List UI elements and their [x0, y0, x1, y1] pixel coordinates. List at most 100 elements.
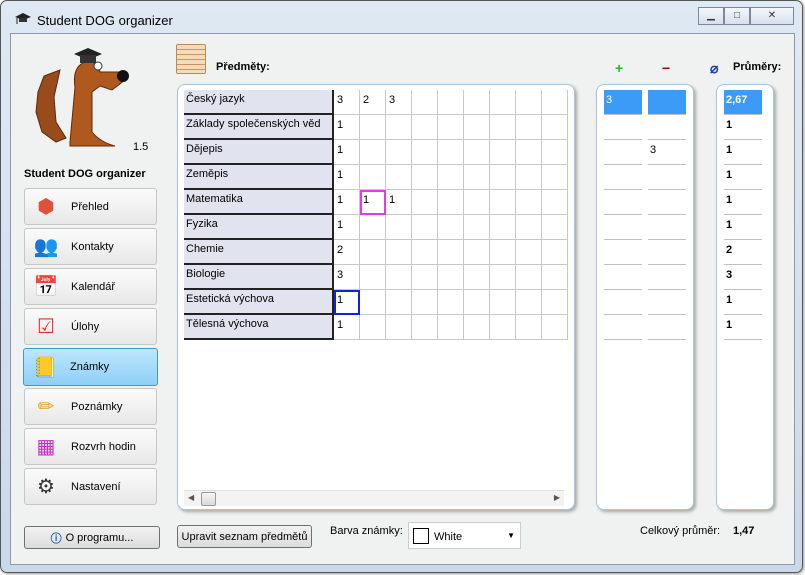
plus-cell[interactable]	[604, 265, 642, 290]
grade-cell[interactable]	[464, 190, 490, 215]
grade-cell[interactable]	[360, 315, 386, 340]
grade-cell[interactable]	[438, 240, 464, 265]
subject-name[interactable]: Chemie	[184, 240, 334, 265]
subject-name[interactable]: Dějepis	[184, 140, 334, 165]
grade-cell[interactable]: 1	[386, 190, 412, 215]
grade-cell[interactable]	[464, 115, 490, 140]
avg-cell[interactable]: 1	[724, 315, 762, 340]
grade-cell[interactable]	[464, 90, 490, 115]
minus-cell[interactable]	[648, 290, 686, 315]
grade-cell[interactable]	[464, 165, 490, 190]
grade-cell[interactable]: 1	[334, 315, 360, 340]
plus-cell[interactable]	[604, 290, 642, 315]
avg-cell[interactable]: 3	[724, 265, 762, 290]
grade-cell[interactable]: 3	[334, 90, 360, 115]
grade-cell[interactable]	[490, 240, 516, 265]
grade-cell[interactable]	[438, 165, 464, 190]
grade-cell[interactable]	[516, 115, 542, 140]
subject-name[interactable]: Tělesná výchova	[184, 315, 334, 340]
grade-cell[interactable]	[542, 140, 568, 165]
grade-cell[interactable]	[438, 140, 464, 165]
grade-cell[interactable]	[542, 315, 568, 340]
grade-cell[interactable]	[360, 290, 386, 315]
subject-name[interactable]: Fyzika	[184, 215, 334, 240]
grade-cell[interactable]	[438, 265, 464, 290]
minus-cell[interactable]	[648, 190, 686, 215]
grade-cell[interactable]	[464, 140, 490, 165]
grade-cell[interactable]	[386, 240, 412, 265]
minus-cell[interactable]	[648, 315, 686, 340]
nav-kalendar[interactable]: 📅 Kalendář	[24, 268, 157, 305]
grade-cell[interactable]	[412, 215, 438, 240]
subject-name[interactable]: Český jazyk	[184, 90, 334, 115]
grade-cell[interactable]	[516, 165, 542, 190]
grade-cell[interactable]	[516, 140, 542, 165]
grade-cell[interactable]	[516, 290, 542, 315]
grade-cell[interactable]	[490, 315, 516, 340]
edit-subjects-button[interactable]: Upravit seznam předmětů	[177, 525, 312, 548]
avg-cell[interactable]: 1	[724, 290, 762, 315]
grade-cell[interactable]	[360, 165, 386, 190]
avg-cell[interactable]: 1	[724, 140, 762, 165]
avg-cell[interactable]: 1	[724, 190, 762, 215]
grade-cell[interactable]	[490, 290, 516, 315]
grade-cell[interactable]	[438, 115, 464, 140]
grade-cell[interactable]: 1	[334, 290, 360, 315]
grade-cell[interactable]	[542, 165, 568, 190]
grade-cell[interactable]	[412, 115, 438, 140]
nav-poznamky[interactable]: ✏ Poznámky	[24, 388, 157, 425]
grade-cell[interactable]	[490, 115, 516, 140]
minus-cell[interactable]	[648, 240, 686, 265]
grade-cell[interactable]	[542, 190, 568, 215]
grade-cell[interactable]	[516, 215, 542, 240]
grade-cell[interactable]: 1	[334, 140, 360, 165]
subject-name[interactable]: Základy společenských věd	[184, 115, 334, 140]
avg-cell[interactable]: 2	[724, 240, 762, 265]
grade-cell[interactable]	[438, 90, 464, 115]
grade-cell[interactable]	[360, 140, 386, 165]
nav-ulohy[interactable]: ☑ Úlohy	[24, 308, 157, 345]
grade-cell[interactable]	[464, 215, 490, 240]
minus-cell[interactable]: 3	[648, 140, 686, 165]
grade-cell[interactable]	[490, 190, 516, 215]
subject-name[interactable]: Estetická výchova	[184, 290, 334, 315]
grade-cell[interactable]	[438, 190, 464, 215]
grade-cell[interactable]	[412, 140, 438, 165]
minus-cell[interactable]	[648, 115, 686, 140]
grade-cell[interactable]	[360, 240, 386, 265]
grade-cell[interactable]	[412, 90, 438, 115]
grade-cell[interactable]	[542, 115, 568, 140]
grade-cell[interactable]	[490, 140, 516, 165]
maximize-button[interactable]: □	[724, 7, 750, 25]
grade-cell[interactable]	[464, 240, 490, 265]
grade-cell[interactable]	[516, 190, 542, 215]
scroll-thumb[interactable]	[201, 492, 216, 506]
grade-cell[interactable]	[490, 165, 516, 190]
grade-cell[interactable]: 1	[334, 115, 360, 140]
grade-cell[interactable]	[412, 190, 438, 215]
horizontal-scrollbar[interactable]: ◀ ▶	[184, 490, 564, 506]
grade-cell[interactable]	[516, 265, 542, 290]
grade-cell[interactable]	[438, 215, 464, 240]
grade-cell[interactable]	[464, 265, 490, 290]
subject-name[interactable]: Matematika	[184, 190, 334, 215]
plus-cell[interactable]	[604, 240, 642, 265]
grade-color-select[interactable]: White ▼	[408, 522, 521, 549]
grade-cell[interactable]	[542, 265, 568, 290]
subject-name[interactable]: Zeměpis	[184, 165, 334, 190]
grade-cell[interactable]	[542, 290, 568, 315]
grade-cell[interactable]	[360, 215, 386, 240]
plus-cell[interactable]	[604, 315, 642, 340]
scroll-left-icon[interactable]: ◀	[188, 493, 194, 502]
grade-cell[interactable]	[412, 315, 438, 340]
nav-prehled[interactable]: ⬢ Přehled	[24, 188, 157, 225]
grade-cell[interactable]	[438, 290, 464, 315]
avg-cell[interactable]: 1	[724, 115, 762, 140]
grade-cell[interactable]	[490, 215, 516, 240]
close-button[interactable]: ✕	[750, 7, 794, 25]
nav-rozvrh-hodin[interactable]: ▦ Rozvrh hodin	[24, 428, 157, 465]
plus-cell[interactable]: 3	[604, 90, 642, 115]
subject-name[interactable]: Biologie	[184, 265, 334, 290]
grade-cell[interactable]	[490, 265, 516, 290]
grade-cell[interactable]	[516, 90, 542, 115]
